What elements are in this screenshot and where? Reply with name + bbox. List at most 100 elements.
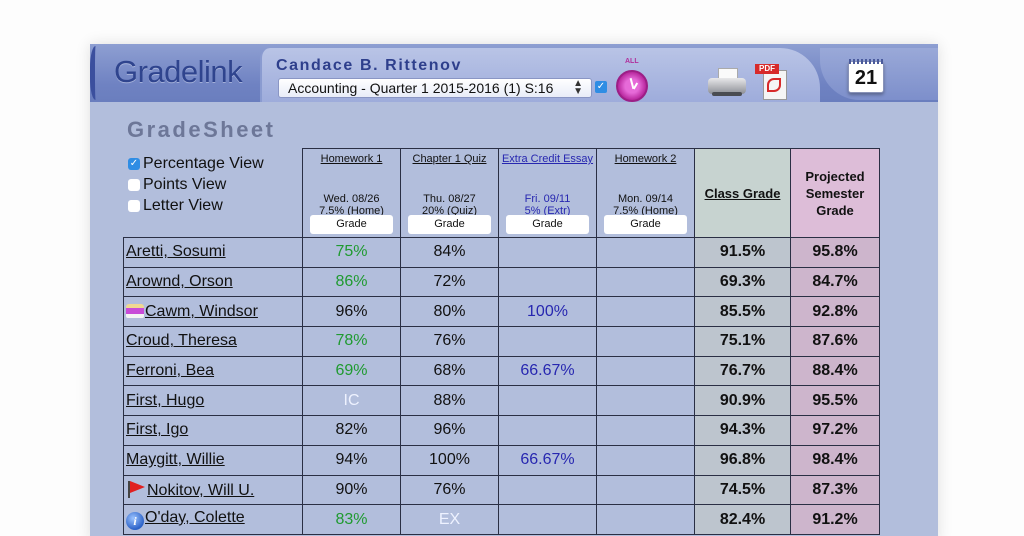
student-name-link[interactable]: Nokitov, Will U. [147, 482, 254, 499]
projected-grade-cell: 91.2% [790, 504, 880, 535]
student-cell: Maygitt, Willie [123, 444, 303, 476]
score-cell[interactable]: EX [400, 504, 499, 535]
student-row: Croud, Theresa 78% 76% 75.1% 87.6% [123, 326, 880, 357]
student-row: Cawm, Windsor 96% 80% 100% 85.5% 92.8% [123, 296, 880, 328]
assignment-name[interactable]: Homework 1 [303, 153, 400, 165]
top-bar: Gradelink Candace B. Rittenov Accounting… [90, 44, 938, 102]
score-cell[interactable]: 72% [400, 266, 499, 298]
student-cell: Arownd, Orson [123, 266, 303, 298]
projected-label-3: Grade [816, 202, 854, 218]
score-cell[interactable] [498, 504, 597, 535]
student-name-link[interactable]: Cawm, Windsor [145, 303, 258, 320]
grade-button[interactable]: Grade [604, 215, 687, 234]
grade-button[interactable]: Grade [506, 215, 589, 234]
score-cell[interactable] [596, 444, 695, 476]
student-name-link[interactable]: Ferroni, Bea [126, 362, 214, 379]
projected-grade-cell: 92.8% [790, 296, 880, 328]
score-cell[interactable]: IC [302, 385, 401, 417]
score-cell[interactable] [596, 296, 695, 328]
assignment-name[interactable]: Chapter 1 Quiz [401, 153, 498, 165]
score-cell[interactable] [596, 385, 695, 417]
score-cell[interactable] [596, 415, 695, 446]
class-grade-cell: 75.1% [694, 326, 791, 357]
select-arrows-icon: ▲ ▼ [573, 78, 583, 97]
class-grade-header[interactable]: Class Grade [694, 148, 791, 238]
student-name-link[interactable]: O'day, Colette [145, 509, 245, 526]
projected-grade-cell: 98.4% [790, 444, 880, 476]
score-cell[interactable] [596, 355, 695, 387]
score-cell[interactable] [498, 474, 597, 506]
student-cell: i O'day, Colette [123, 504, 303, 535]
student-row: i O'day, Colette 83% EX 82.4% 91.2% [123, 504, 880, 535]
score-cell[interactable]: 76% [400, 474, 499, 506]
student-cell: First, Igo [123, 415, 303, 446]
score-cell[interactable]: 66.67% [498, 355, 597, 387]
score-cell[interactable]: 88% [400, 385, 499, 417]
score-cell[interactable]: 90% [302, 474, 401, 506]
projected-grade-cell: 95.5% [790, 385, 880, 417]
assignment-name[interactable]: Extra Credit Essay [499, 153, 596, 165]
score-cell[interactable]: 100% [498, 296, 597, 328]
student-cell: Nokitov, Will U. [123, 474, 303, 506]
score-cell[interactable]: 82% [302, 415, 401, 446]
score-cell[interactable]: 94% [302, 444, 401, 476]
score-cell[interactable] [498, 237, 597, 268]
grade-table: Homework 1 Wed. 08/26 7.5% (Home) Grade C… [123, 148, 880, 535]
assignment-date: Fri. 09/11 [524, 193, 571, 205]
score-cell[interactable]: 80% [400, 296, 499, 328]
header-blank [123, 148, 303, 238]
student-name-link[interactable]: Arownd, Orson [126, 273, 233, 290]
pdf-export-icon[interactable]: PDF [755, 64, 789, 100]
student-name-link[interactable]: Croud, Theresa [126, 332, 237, 349]
student-cell: Croud, Theresa [123, 326, 303, 357]
score-cell[interactable]: 86% [302, 266, 401, 298]
printer-icon[interactable] [708, 66, 748, 98]
logo-swoosh-icon [90, 46, 104, 100]
projected-grade-cell: 97.2% [790, 415, 880, 446]
score-cell[interactable]: 75% [302, 237, 401, 268]
score-cell[interactable] [498, 266, 597, 298]
class-grade-cell: 85.5% [694, 296, 791, 328]
class-select[interactable]: Accounting - Quarter 1 2015-2016 (1) S:1… [278, 78, 592, 98]
projected-grade-cell: 95.8% [790, 237, 880, 268]
score-cell[interactable]: 83% [302, 504, 401, 535]
score-cell[interactable] [498, 415, 597, 446]
score-cell[interactable]: 69% [302, 355, 401, 387]
class-checkbox[interactable]: ✓ [595, 81, 607, 93]
projected-grade-cell: 87.3% [790, 474, 880, 506]
score-cell[interactable]: 100% [400, 444, 499, 476]
calendar-icon[interactable]: 21 [848, 59, 885, 93]
grade-button[interactable]: Grade [408, 215, 491, 234]
projected-label-2: Semester [805, 185, 865, 201]
assignment-date: Mon. 09/14 [617, 193, 674, 205]
student-name-link[interactable]: First, Hugo [126, 392, 204, 409]
score-cell[interactable]: 66.67% [498, 444, 597, 476]
score-cell[interactable]: 96% [302, 296, 401, 328]
score-cell[interactable] [596, 504, 695, 535]
score-cell[interactable] [596, 237, 695, 268]
student-row: Arownd, Orson 86% 72% 69.3% 84.7% [123, 266, 880, 298]
assignment-name[interactable]: Homework 2 [597, 153, 694, 165]
grade-button[interactable]: Grade [310, 215, 393, 234]
student-cell: Ferroni, Bea [123, 355, 303, 387]
class-select-value: Accounting - Quarter 1 2015-2016 (1) S:1… [288, 80, 554, 96]
score-cell[interactable] [498, 385, 597, 417]
score-cell[interactable] [596, 266, 695, 298]
student-name-link[interactable]: First, Igo [126, 421, 188, 438]
assignment-header-0: Homework 1 Wed. 08/26 7.5% (Home) Grade [302, 148, 401, 238]
score-cell[interactable] [498, 326, 597, 357]
score-cell[interactable] [596, 326, 695, 357]
score-cell[interactable] [596, 474, 695, 506]
student-name-link[interactable]: Maygitt, Willie [126, 451, 225, 468]
alarm-clock-icon[interactable] [616, 70, 648, 102]
student-name-link[interactable]: Aretti, Sosumi [126, 243, 226, 260]
score-cell[interactable]: 76% [400, 326, 499, 357]
score-cell[interactable]: 84% [400, 237, 499, 268]
teacher-name: Candace B. Rittenov [276, 57, 462, 74]
score-cell[interactable]: 96% [400, 415, 499, 446]
app-logo[interactable]: Gradelink [114, 54, 243, 90]
student-row: First, Igo 82% 96% 94.3% 97.2% [123, 415, 880, 446]
projected-grade-cell: 87.6% [790, 326, 880, 357]
score-cell[interactable]: 78% [302, 326, 401, 357]
score-cell[interactable]: 68% [400, 355, 499, 387]
